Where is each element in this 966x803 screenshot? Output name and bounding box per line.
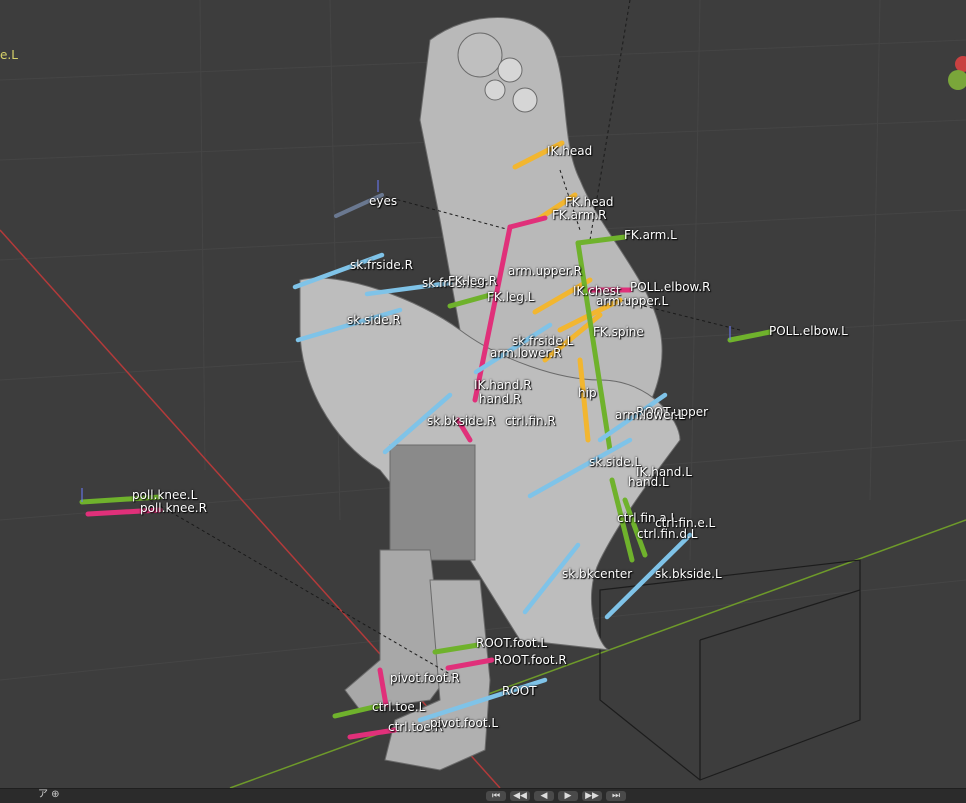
timeline-footer: ア ⊕ ⏮ ◀◀ ◀ ▶ ▶▶ ⏭ xyxy=(0,788,966,803)
scene-canvas[interactable] xyxy=(0,0,966,788)
bench-wireframe xyxy=(599,559,861,781)
corner-bone-label: e.L xyxy=(0,48,18,62)
playback-button-3[interactable]: ▶ xyxy=(558,791,578,801)
navigation-gizmo[interactable] xyxy=(944,52,966,92)
playback-button-5[interactable]: ⏭ xyxy=(606,791,626,801)
3d-viewport[interactable]: e.L eyes IK.head FK.head FK.arm.R FK.arm.L sk… xyxy=(0,0,966,788)
playback-button-2[interactable]: ◀ xyxy=(534,791,554,801)
playback-button-0[interactable]: ⏮ xyxy=(486,791,506,801)
footer-left-text: ア ⊕ xyxy=(38,789,60,800)
character-mesh xyxy=(299,17,681,771)
playback-button-1[interactable]: ◀◀ xyxy=(510,791,530,801)
playback-button-4[interactable]: ▶▶ xyxy=(582,791,602,801)
